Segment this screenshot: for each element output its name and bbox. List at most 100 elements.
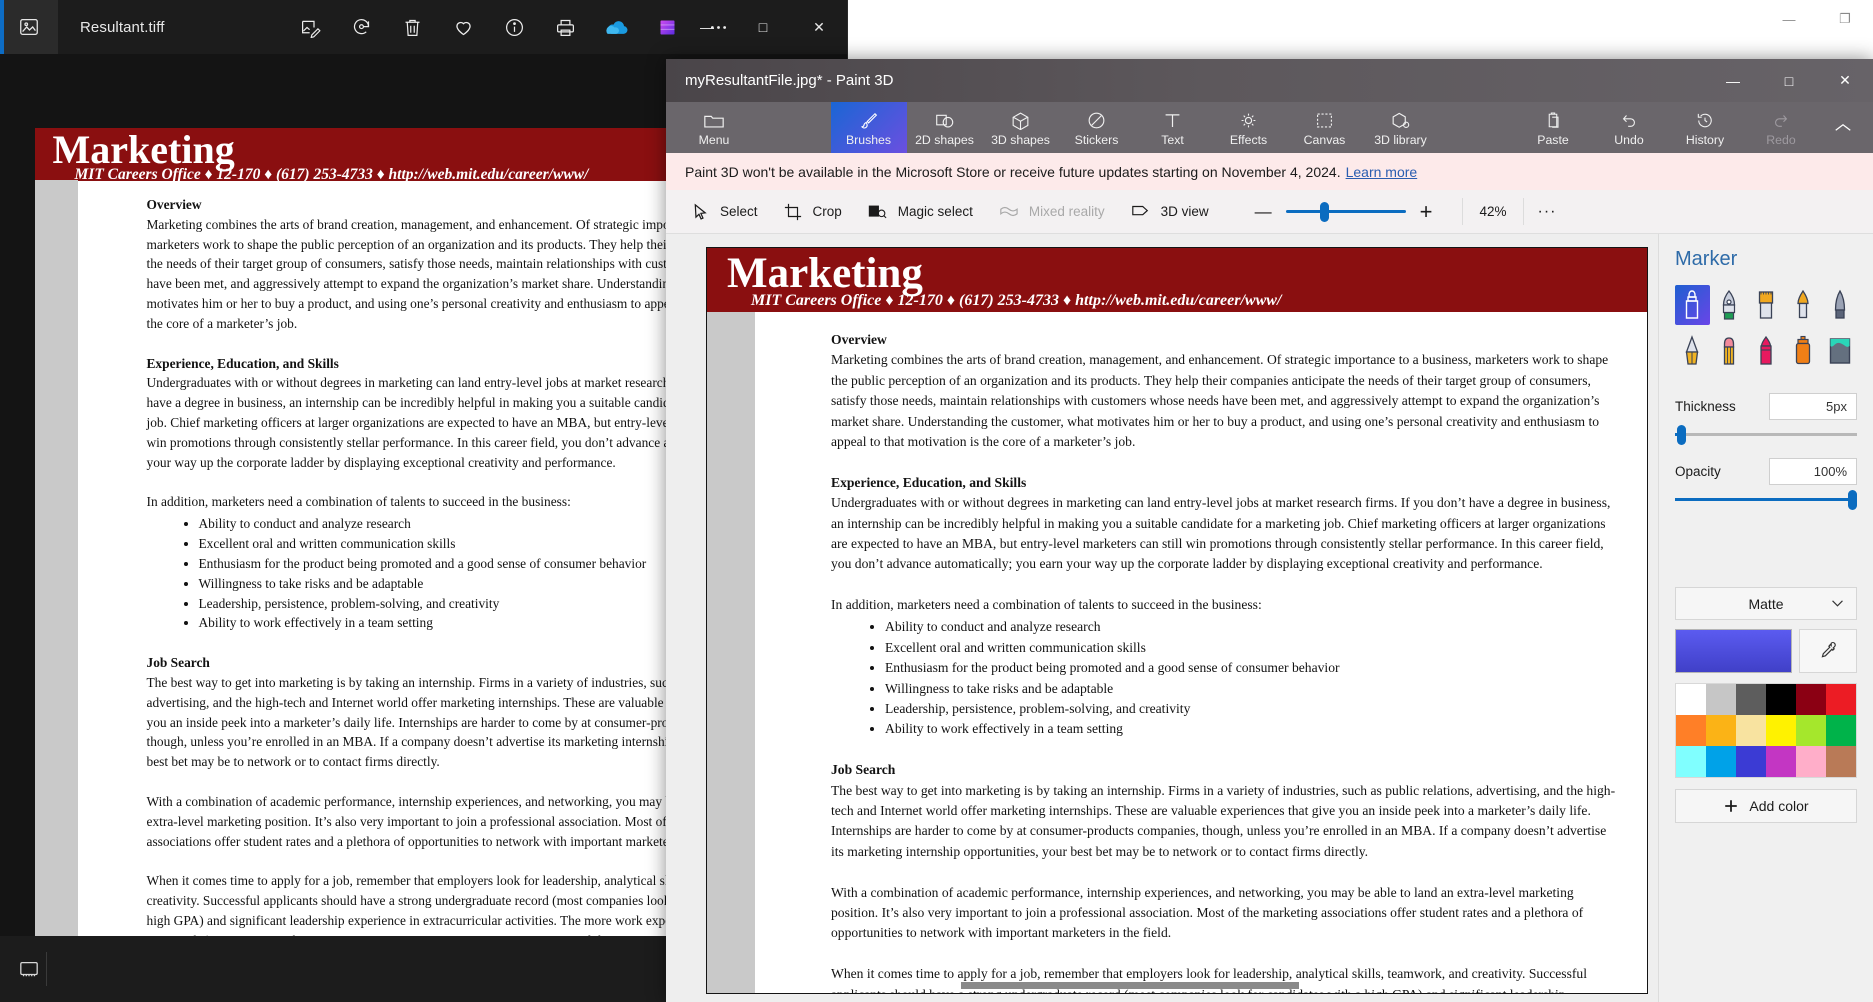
color-swatch[interactable] (1676, 715, 1706, 746)
color-swatch[interactable] (1766, 746, 1796, 777)
opacity-slider-thumb[interactable] (1848, 490, 1857, 510)
color-swatch[interactable] (1796, 715, 1826, 746)
color-swatch[interactable] (1736, 684, 1766, 715)
paint3d-subtoolbar[interactable]: Select Crop Magic select Mixed reality 3… (666, 190, 1873, 234)
opacity-value[interactable]: 100% (1769, 458, 1857, 485)
pencil-brush[interactable] (1675, 331, 1710, 371)
ribbon-tab-brushes[interactable]: Brushes (830, 102, 907, 153)
paint3d-maximize-button[interactable]: □ (1761, 59, 1817, 102)
fill-bucket-brush[interactable] (1822, 331, 1857, 371)
calligraphy-pen-brush[interactable] (1712, 285, 1747, 325)
color-swatch[interactable] (1736, 746, 1766, 777)
canvas-document-list-intro: In addition, marketers need a combinatio… (831, 597, 1262, 613)
ribbon-paste-button[interactable]: Paste (1515, 102, 1591, 153)
video-editor-icon[interactable] (655, 14, 681, 40)
color-swatch[interactable] (1826, 715, 1856, 746)
color-swatch[interactable] (1796, 746, 1826, 777)
add-color-button[interactable]: Add color (1675, 789, 1857, 823)
eraser-brush[interactable] (1712, 331, 1747, 371)
photos-accent-bar (0, 0, 4, 54)
background-minimize-button[interactable]: — (1761, 1, 1817, 37)
paint3d-close-button[interactable]: ✕ (1817, 59, 1873, 102)
plus-icon (1723, 798, 1739, 814)
paint3d-canvas[interactable]: Marketing MIT Careers Office ♦ 12-170 ♦ … (706, 247, 1648, 994)
oil-brush[interactable] (1749, 285, 1784, 325)
pixel-pen-brush[interactable] (1822, 285, 1857, 325)
paint3d-ribbon[interactable]: Menu Brushes 2D shapes 3D shapes Sticker… (666, 102, 1873, 153)
opacity-slider[interactable] (1675, 490, 1857, 510)
zoom-slider-thumb[interactable] (1319, 202, 1329, 222)
ribbon-undo-button[interactable]: Undo (1591, 102, 1667, 153)
color-swatch[interactable] (1736, 715, 1766, 746)
zoom-slider[interactable] (1285, 202, 1406, 222)
canvas-horizontal-scrollbar[interactable] (707, 982, 1647, 989)
ribbon-tab-2d-shapes[interactable]: 2D shapes (907, 102, 983, 153)
thickness-slider[interactable] (1675, 425, 1857, 445)
brush-grid[interactable] (1675, 285, 1857, 371)
ribbon-right-group[interactable]: Paste Undo History Redo (1515, 102, 1873, 153)
crayon-brush[interactable] (1749, 331, 1784, 371)
paint3d-window[interactable]: myResultantFile.jpg* - Paint 3D — □ ✕ Me… (666, 59, 1873, 1002)
ribbon-tab-effects[interactable]: Effects (1211, 102, 1287, 153)
fit-to-window-icon[interactable] (18, 959, 40, 979)
photos-toolbar[interactable] (298, 14, 732, 40)
color-swatch[interactable] (1706, 746, 1736, 777)
photos-close-button[interactable]: ✕ (791, 0, 847, 54)
deprecation-banner-text: Paint 3D won't be available in the Micro… (685, 163, 1341, 180)
current-color-swatch[interactable] (1675, 629, 1792, 673)
3d-view-button[interactable]: 3D view (1131, 203, 1209, 220)
rotate-icon[interactable] (349, 14, 375, 40)
zoom-in-button[interactable]: + (1420, 199, 1433, 225)
tool-options-panel[interactable]: Marker Thickness 5px Opacity 100% Matte … (1658, 234, 1873, 1002)
ribbon-tab-stickers[interactable]: Stickers (1059, 102, 1135, 153)
color-swatch[interactable] (1706, 684, 1736, 715)
statusbar-divider (46, 952, 47, 986)
ribbon-tab-3d-shapes[interactable]: 3D shapes (983, 102, 1059, 153)
info-icon[interactable] (502, 14, 528, 40)
photos-window-controls[interactable]: — □ ✕ (679, 0, 847, 54)
current-color-row[interactable] (1675, 629, 1857, 673)
color-swatch[interactable] (1676, 746, 1706, 777)
watercolor-brush[interactable] (1785, 285, 1820, 325)
paint3d-canvas-area[interactable]: Marketing MIT Careers Office ♦ 12-170 ♦ … (666, 234, 1690, 1002)
color-swatch[interactable] (1826, 684, 1856, 715)
print-icon[interactable] (553, 14, 579, 40)
color-swatch[interactable] (1826, 746, 1856, 777)
chevron-up-icon[interactable] (1819, 102, 1867, 153)
color-swatch-grid[interactable] (1675, 683, 1857, 778)
ribbon-tab-text[interactable]: Text (1135, 102, 1211, 153)
delete-icon[interactable] (400, 14, 426, 40)
photos-maximize-button[interactable]: □ (735, 0, 791, 54)
thickness-value[interactable]: 5px (1769, 393, 1857, 420)
edit-image-icon[interactable] (298, 14, 324, 40)
background-restore-button[interactable]: ❐ (1817, 1, 1873, 37)
favorite-heart-icon[interactable] (451, 14, 477, 40)
eyedropper-icon[interactable] (1799, 629, 1857, 673)
more-options-icon[interactable]: ··· (1538, 203, 1557, 221)
learn-more-link[interactable]: Learn more (1346, 164, 1418, 180)
onedrive-icon[interactable] (604, 14, 630, 40)
paint3d-minimize-button[interactable]: — (1705, 59, 1761, 102)
spray-can-brush[interactable] (1785, 331, 1820, 371)
ribbon-tab-menu[interactable]: Menu (674, 102, 754, 153)
thickness-slider-thumb[interactable] (1677, 425, 1686, 445)
zoom-control-group[interactable]: — + (1255, 199, 1433, 225)
crop-tool-button[interactable]: Crop (784, 203, 842, 221)
material-dropdown[interactable]: Matte (1675, 587, 1857, 620)
magic-select-button[interactable]: Magic select (868, 203, 973, 221)
paint3d-window-controls[interactable]: — □ ✕ (1705, 59, 1873, 102)
zoom-out-button[interactable]: — (1255, 202, 1272, 222)
color-swatch[interactable] (1766, 684, 1796, 715)
history-icon (1695, 111, 1715, 130)
select-tool-button[interactable]: Select (692, 203, 758, 221)
color-swatch[interactable] (1766, 715, 1796, 746)
color-swatch[interactable] (1706, 715, 1736, 746)
ribbon-tab-canvas[interactable]: Canvas (1287, 102, 1363, 153)
ribbon-history-button[interactable]: History (1667, 102, 1743, 153)
canvas-hscroll-thumb[interactable] (960, 982, 1300, 989)
color-swatch[interactable] (1796, 684, 1826, 715)
color-swatch[interactable] (1676, 684, 1706, 715)
ribbon-tab-3d-library[interactable]: 3D library (1363, 102, 1439, 153)
marker-brush[interactable] (1675, 285, 1710, 325)
photos-minimize-button[interactable]: — (679, 0, 735, 54)
